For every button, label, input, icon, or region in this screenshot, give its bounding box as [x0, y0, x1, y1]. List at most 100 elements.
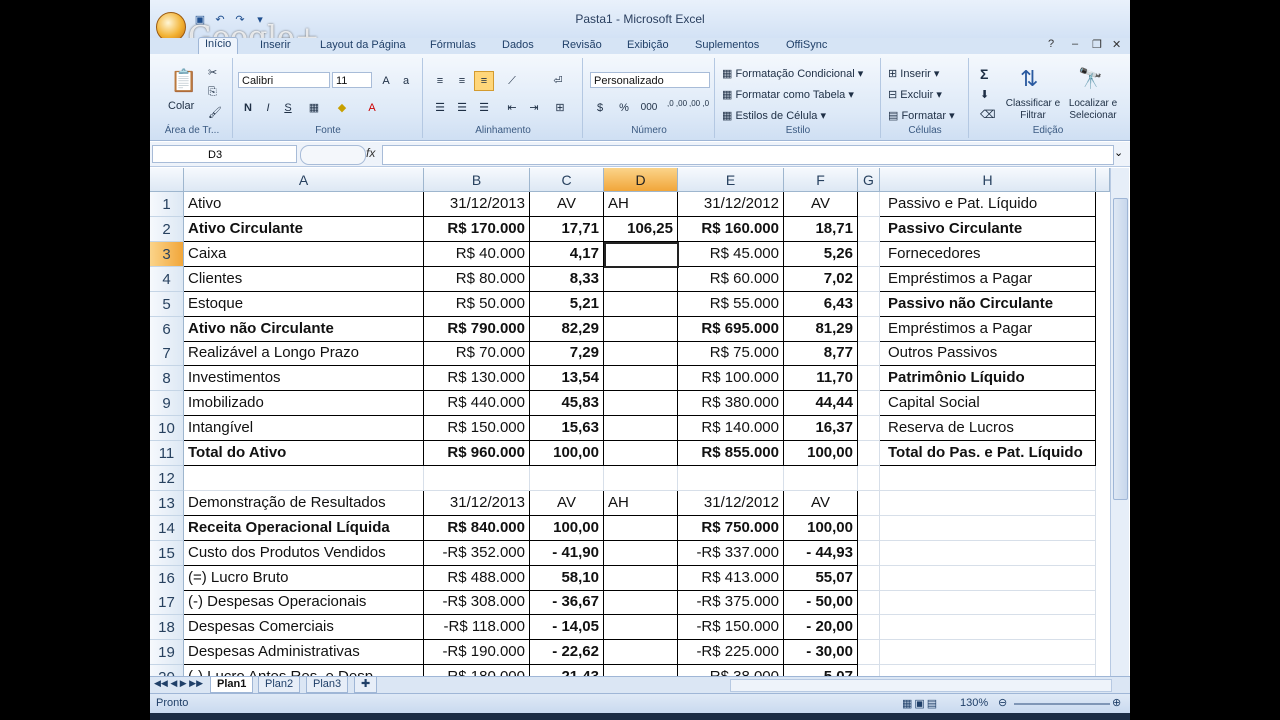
currency-icon[interactable]: $: [590, 98, 610, 118]
cell-d11[interactable]: [604, 441, 678, 466]
cell-d4[interactable]: [604, 267, 678, 292]
cell-h18[interactable]: [880, 615, 1096, 640]
fx-icon[interactable]: fx: [366, 146, 375, 160]
cell-b16[interactable]: R$ 488.000: [424, 566, 530, 591]
cell-g8[interactable]: [858, 366, 880, 391]
cell-e18[interactable]: -R$ 150.000: [678, 615, 784, 640]
cell-c20[interactable]: 21,43: [530, 665, 604, 676]
align-middle-icon[interactable]: ≡: [452, 71, 472, 91]
col-header-c[interactable]: C: [530, 168, 604, 192]
cell-b19[interactable]: -R$ 190.000: [424, 640, 530, 665]
copy-icon[interactable]: ⎘: [208, 86, 217, 99]
cell-c8[interactable]: 13,54: [530, 366, 604, 391]
cell-b5[interactable]: R$ 50.000: [424, 292, 530, 317]
restore-icon[interactable]: ❐: [1092, 38, 1102, 51]
font-size-select[interactable]: 11: [332, 72, 372, 88]
cell-b3[interactable]: R$ 40.000: [424, 242, 530, 267]
cell-b1[interactable]: 31/12/2013: [424, 192, 530, 217]
cell-h17[interactable]: [880, 590, 1096, 615]
col-header-h[interactable]: H: [880, 168, 1096, 192]
cell-e2[interactable]: R$ 160.000: [678, 217, 784, 242]
cell-b8[interactable]: R$ 130.000: [424, 366, 530, 391]
cell-a13[interactable]: Demonstração de Resultados: [184, 491, 424, 516]
cell-b15[interactable]: -R$ 352.000: [424, 541, 530, 566]
col-header-f[interactable]: F: [784, 168, 858, 192]
vertical-scrollbar[interactable]: [1110, 168, 1129, 676]
find-select-button[interactable]: Localizar e Selecionar: [1062, 98, 1124, 122]
cell-h20[interactable]: [880, 665, 1096, 676]
row-header[interactable]: 14: [150, 516, 184, 541]
cell-f11[interactable]: 100,00: [784, 441, 858, 466]
cell-f18[interactable]: - 20,00: [784, 615, 858, 640]
cell-c7[interactable]: 7,29: [530, 341, 604, 366]
zoom-in-icon[interactable]: ⊕: [1112, 696, 1121, 709]
cell-a18[interactable]: Despesas Comerciais: [184, 615, 424, 640]
cell-c5[interactable]: 5,21: [530, 292, 604, 317]
cell-a11[interactable]: Total do Ativo: [184, 441, 424, 466]
cell-h3[interactable]: Fornecedores: [880, 242, 1096, 267]
cell-a7[interactable]: Realizável a Longo Prazo: [184, 341, 424, 366]
row-header[interactable]: 11: [150, 441, 184, 466]
cell-e5[interactable]: R$ 55.000: [678, 292, 784, 317]
expand-formula-icon[interactable]: ⌄: [1114, 146, 1123, 159]
row-header[interactable]: 16: [150, 566, 184, 591]
cell-a3[interactable]: Caixa: [184, 242, 424, 267]
insert-sheet-icon[interactable]: ✚: [354, 677, 378, 693]
vertical-scroll-thumb[interactable]: [1113, 198, 1128, 500]
cell-e10[interactable]: R$ 140.000: [678, 416, 784, 441]
cell-c15[interactable]: - 41,90: [530, 541, 604, 566]
cell-g16[interactable]: [858, 566, 880, 591]
cell-e6[interactable]: R$ 695.000: [678, 317, 784, 342]
row-header[interactable]: 6: [150, 317, 184, 342]
zoom-slider[interactable]: [1014, 703, 1110, 705]
cell-h19[interactable]: [880, 640, 1096, 665]
cell-c9[interactable]: 45,83: [530, 391, 604, 416]
cell-a9[interactable]: Imobilizado: [184, 391, 424, 416]
cell-g17[interactable]: [858, 590, 880, 615]
shrink-font-icon[interactable]: a: [396, 71, 416, 91]
cell-b2[interactable]: R$ 170.000: [424, 217, 530, 242]
cell-h16[interactable]: [880, 566, 1096, 591]
cell-h11[interactable]: Total do Pas. e Pat. Líquido: [880, 441, 1096, 466]
cell-f5[interactable]: 6,43: [784, 292, 858, 317]
cell-c18[interactable]: - 14,05: [530, 615, 604, 640]
row-header[interactable]: 20: [150, 665, 184, 676]
row-header[interactable]: 1: [150, 192, 184, 217]
cell-g15[interactable]: [858, 541, 880, 566]
thousands-button[interactable]: 000: [636, 98, 662, 118]
delete-cells-button[interactable]: ⊟ Excluir ▾: [888, 88, 942, 101]
cell-a10[interactable]: Intangível: [184, 416, 424, 441]
cell-e12[interactable]: [678, 466, 784, 491]
row-header[interactable]: 17: [150, 590, 184, 615]
cell-d9[interactable]: [604, 391, 678, 416]
cell-d15[interactable]: [604, 541, 678, 566]
name-box[interactable]: D3: [152, 145, 297, 163]
paste-icon[interactable]: 📋: [170, 68, 197, 94]
cell-c4[interactable]: 8,33: [530, 267, 604, 292]
wrap-text-icon[interactable]: ⏎: [548, 71, 568, 91]
cell-a16[interactable]: (=) Lucro Bruto: [184, 566, 424, 591]
font-color-icon[interactable]: A: [362, 98, 382, 118]
cell-d1[interactable]: AH: [604, 192, 678, 217]
formula-input[interactable]: [382, 145, 1114, 165]
cell-f1[interactable]: AV: [784, 192, 858, 217]
cell-h10[interactable]: Reserva de Lucros: [880, 416, 1096, 441]
cell-f12[interactable]: [784, 466, 858, 491]
cell-e20[interactable]: R$ 38.000: [678, 665, 784, 676]
cell-a17[interactable]: (-) Despesas Operacionais: [184, 590, 424, 615]
col-header-i[interactable]: [1096, 168, 1110, 192]
underline-button[interactable]: S: [278, 98, 298, 118]
cell-a1[interactable]: Ativo: [184, 192, 424, 217]
format-cells-button[interactable]: ▤ Formatar ▾: [888, 109, 955, 122]
cell-h9[interactable]: Capital Social: [880, 391, 1096, 416]
cell-b10[interactable]: R$ 150.000: [424, 416, 530, 441]
cell-h8[interactable]: Patrimônio Líquido: [880, 366, 1096, 391]
tab-dados[interactable]: Dados: [502, 39, 534, 51]
cell-h14[interactable]: [880, 516, 1096, 541]
tab-inicio[interactable]: Início: [198, 37, 239, 54]
cell-b17[interactable]: -R$ 308.000: [424, 590, 530, 615]
cell-b14[interactable]: R$ 840.000: [424, 516, 530, 541]
row-header[interactable]: 18: [150, 615, 184, 640]
row-header[interactable]: 7: [150, 341, 184, 366]
cell-c16[interactable]: 58,10: [530, 566, 604, 591]
